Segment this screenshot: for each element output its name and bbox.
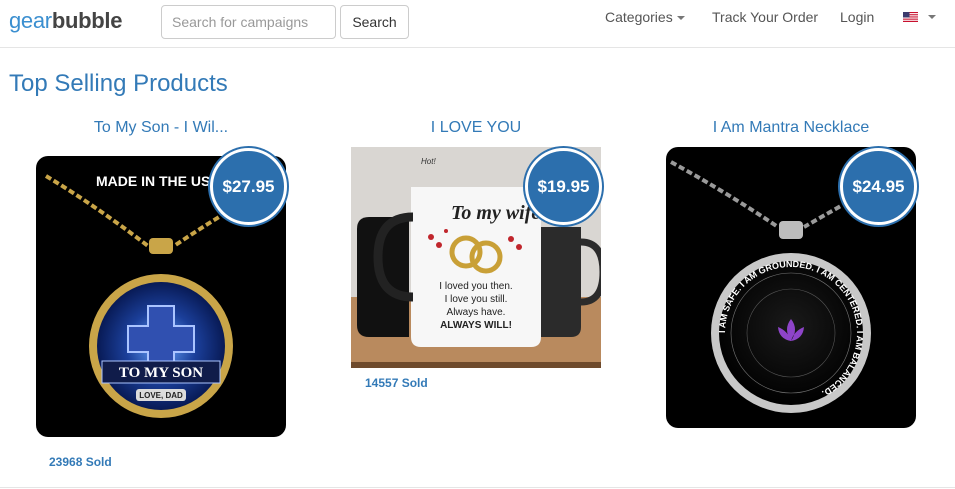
mug-line1-text: I loved you then. [439,281,512,292]
categories-label: Categories [605,9,673,25]
brand-logo-part2: bubble [51,8,123,33]
necklace-plate-text: LOVE, DAD [139,391,183,400]
divider [0,487,955,488]
mug-hot-text: Hot! [421,157,436,166]
product-card[interactable]: To My Son - I Wil... [16,118,306,138]
product-title-link[interactable]: I Am Mantra Necklace [646,118,936,138]
made-in-us-text: MADE IN THE US [96,173,210,189]
sold-count: 14557 Sold [365,376,428,390]
search-input[interactable] [161,5,336,39]
mug-heading-text: To my wife [451,202,540,224]
sold-count: 23968 Sold [49,455,112,469]
mug-line2-text: I love you still. [445,294,508,305]
product-card[interactable]: I Am Mantra Necklace [646,118,936,138]
price-badge: $24.95 [840,148,917,225]
us-flag-icon[interactable] [903,12,918,22]
price-badge: $19.95 [525,148,602,225]
track-order-link[interactable]: Track Your Order [712,8,818,26]
brand-logo-part1: gear [9,8,52,33]
chevron-down-icon [676,16,685,21]
mug-line3-text: Always have. [447,307,506,318]
login-link[interactable]: Login [840,8,874,26]
necklace-banner-text: TO MY SON [119,365,203,381]
locale-chevron-down-icon[interactable] [928,15,936,19]
product-card[interactable]: I LOVE YOU [331,118,621,138]
product-title-link[interactable]: To My Son - I Wil... [16,118,306,138]
section-title: Top Selling Products [9,70,228,97]
brand-logo[interactable]: gearbubble [9,6,122,36]
mug-line4-text: ALWAYS WILL! [440,320,512,331]
top-navbar: gearbubble Search Categories Track Your … [0,0,955,48]
product-title-link[interactable]: I LOVE YOU [331,118,621,138]
categories-dropdown[interactable]: Categories [605,8,685,26]
price-badge: $27.95 [210,148,287,225]
search-button[interactable]: Search [340,5,409,39]
